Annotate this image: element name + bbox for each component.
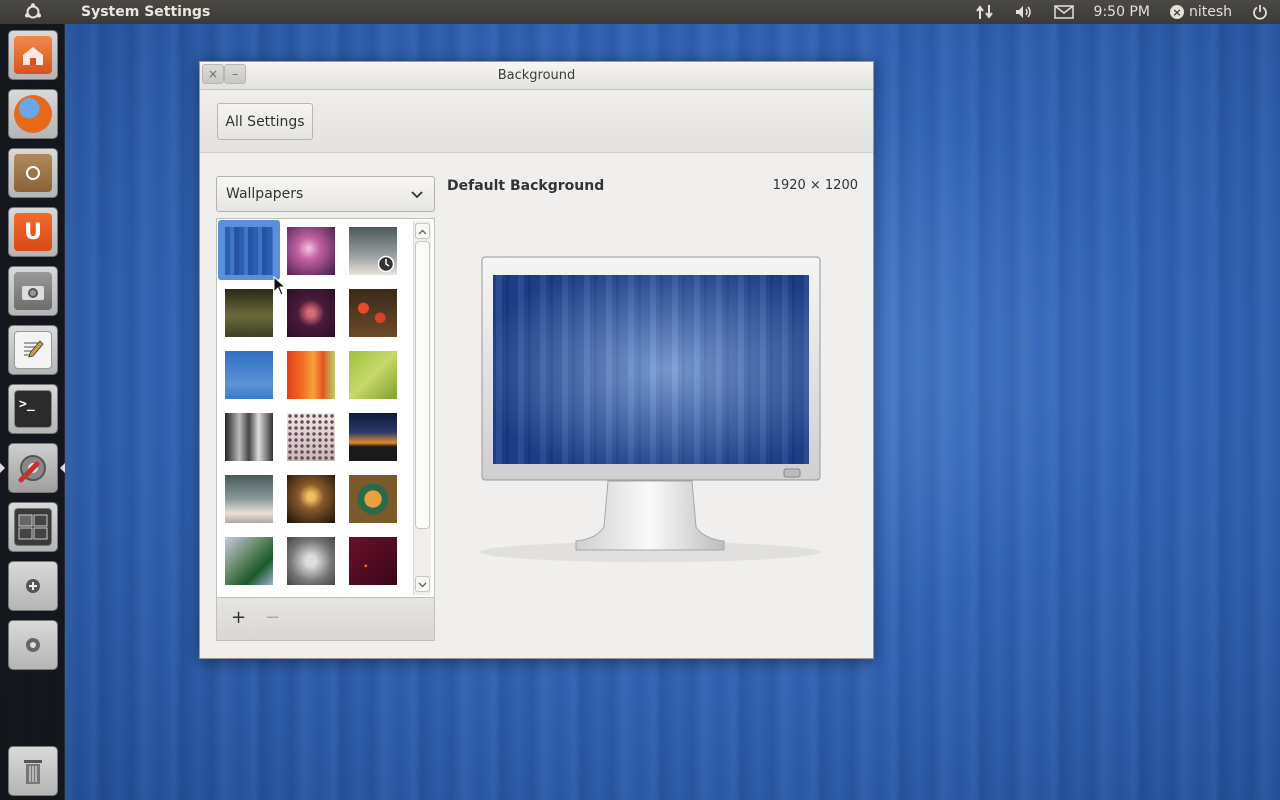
wallpaper-source-select[interactable]: Wallpapers — [216, 176, 435, 212]
trash-icon — [14, 752, 52, 790]
launcher-text-editor[interactable] — [8, 325, 58, 375]
wallpaper-thumb[interactable] — [225, 537, 273, 585]
launcher-removable-drive-1[interactable] — [8, 561, 58, 611]
settings-tools-icon — [14, 449, 52, 487]
wallpaper-grid-scrollbar[interactable] — [413, 221, 431, 595]
launcher: U >_ — [0, 24, 65, 800]
scroll-down-button[interactable] — [415, 576, 430, 592]
scroll-thumb[interactable] — [415, 241, 430, 529]
app-title: System Settings — [81, 4, 211, 20]
wallpaper-source-value: Wallpapers — [226, 186, 304, 202]
active-indicator-right — [60, 463, 65, 473]
wallpaper-thumb[interactable] — [225, 351, 273, 399]
user-name: nitesh — [1188, 4, 1232, 20]
remove-wallpaper-button[interactable]: − — [265, 607, 280, 628]
indicator-area: 9:50 PM × nitesh — [966, 0, 1280, 24]
wallpaper-thumb[interactable] — [225, 413, 273, 461]
launcher-workspaces[interactable] — [8, 502, 58, 552]
background-name: Default Background — [447, 178, 605, 194]
wallpaper-thumb[interactable] — [349, 227, 397, 275]
active-indicator-left — [0, 463, 5, 473]
folder-home-icon — [14, 36, 52, 74]
launcher-trash[interactable] — [8, 746, 58, 796]
all-settings-button[interactable]: All Settings — [217, 103, 313, 140]
camera-icon — [14, 272, 52, 310]
wallpaper-thumb[interactable] — [287, 227, 335, 275]
firefox-icon — [14, 95, 52, 133]
monitor-preview — [480, 256, 821, 562]
workspace-switcher-icon — [14, 508, 52, 546]
launcher-ubuntu-one[interactable]: U — [8, 207, 58, 257]
launcher-firefox[interactable] — [8, 89, 58, 139]
wallpaper-thumb[interactable] — [349, 475, 397, 523]
titlebar[interactable]: × – Background — [200, 62, 873, 90]
mouse-cursor — [273, 276, 287, 296]
wallpaper-thumb[interactable] — [349, 351, 397, 399]
wallpaper-thumb[interactable] — [287, 351, 335, 399]
chevron-down-icon — [418, 582, 427, 588]
background-resolution: 1920 × 1200 — [772, 178, 858, 193]
ubuntu-one-icon: U — [14, 213, 52, 251]
wallpaper-thumb[interactable] — [349, 537, 397, 585]
software-center-icon — [14, 154, 52, 192]
wallpaper-thumb[interactable] — [287, 413, 335, 461]
add-wallpaper-button[interactable]: + — [231, 607, 246, 628]
wallpaper-grid — [216, 218, 435, 598]
clock-icon — [377, 255, 395, 273]
power-icon[interactable] — [1242, 0, 1280, 24]
ubuntu-logo-icon[interactable] — [0, 0, 65, 24]
wallpaper-thumb[interactable] — [349, 413, 397, 461]
launcher-software-center[interactable] — [8, 148, 58, 198]
mail-icon[interactable] — [1044, 0, 1084, 24]
launcher-home-folder[interactable] — [8, 30, 58, 80]
volume-icon[interactable] — [1004, 0, 1044, 24]
chevron-down-icon — [411, 191, 423, 199]
clock[interactable]: 9:50 PM — [1084, 0, 1160, 24]
network-arrows-icon[interactable] — [966, 0, 1004, 24]
drive-icon — [14, 567, 52, 605]
wallpaper-thumb[interactable] — [287, 289, 335, 337]
user-menu[interactable]: × nitesh — [1160, 0, 1242, 24]
terminal-icon: >_ — [14, 390, 52, 428]
launcher-terminal[interactable]: >_ — [8, 384, 58, 434]
top-panel: System Settings 9:50 PM × nitesh — [0, 0, 1280, 24]
wallpaper-thumb[interactable] — [225, 289, 273, 337]
optical-drive-icon — [14, 626, 52, 664]
launcher-removable-drive-2[interactable] — [8, 620, 58, 670]
wallpaper-thumb[interactable] — [225, 227, 273, 275]
launcher-shotwell[interactable] — [8, 266, 58, 316]
wallpaper-thumb[interactable] — [349, 289, 397, 337]
chevron-up-icon — [418, 229, 427, 235]
window-toolbar: All Settings — [200, 90, 873, 153]
window-title: Background — [497, 68, 576, 83]
scroll-up-button[interactable] — [415, 223, 430, 239]
wallpaper-list-toolbar: + − — [216, 598, 435, 641]
wallpaper-thumb[interactable] — [225, 475, 273, 523]
background-settings-window: × – Background All Settings Wallpapers +… — [199, 61, 874, 659]
wallpaper-thumb[interactable] — [287, 475, 335, 523]
wallpaper-thumb[interactable] — [287, 537, 335, 585]
text-editor-icon — [14, 331, 52, 369]
user-status-icon: × — [1169, 5, 1184, 19]
launcher-system-settings[interactable] — [8, 443, 58, 493]
